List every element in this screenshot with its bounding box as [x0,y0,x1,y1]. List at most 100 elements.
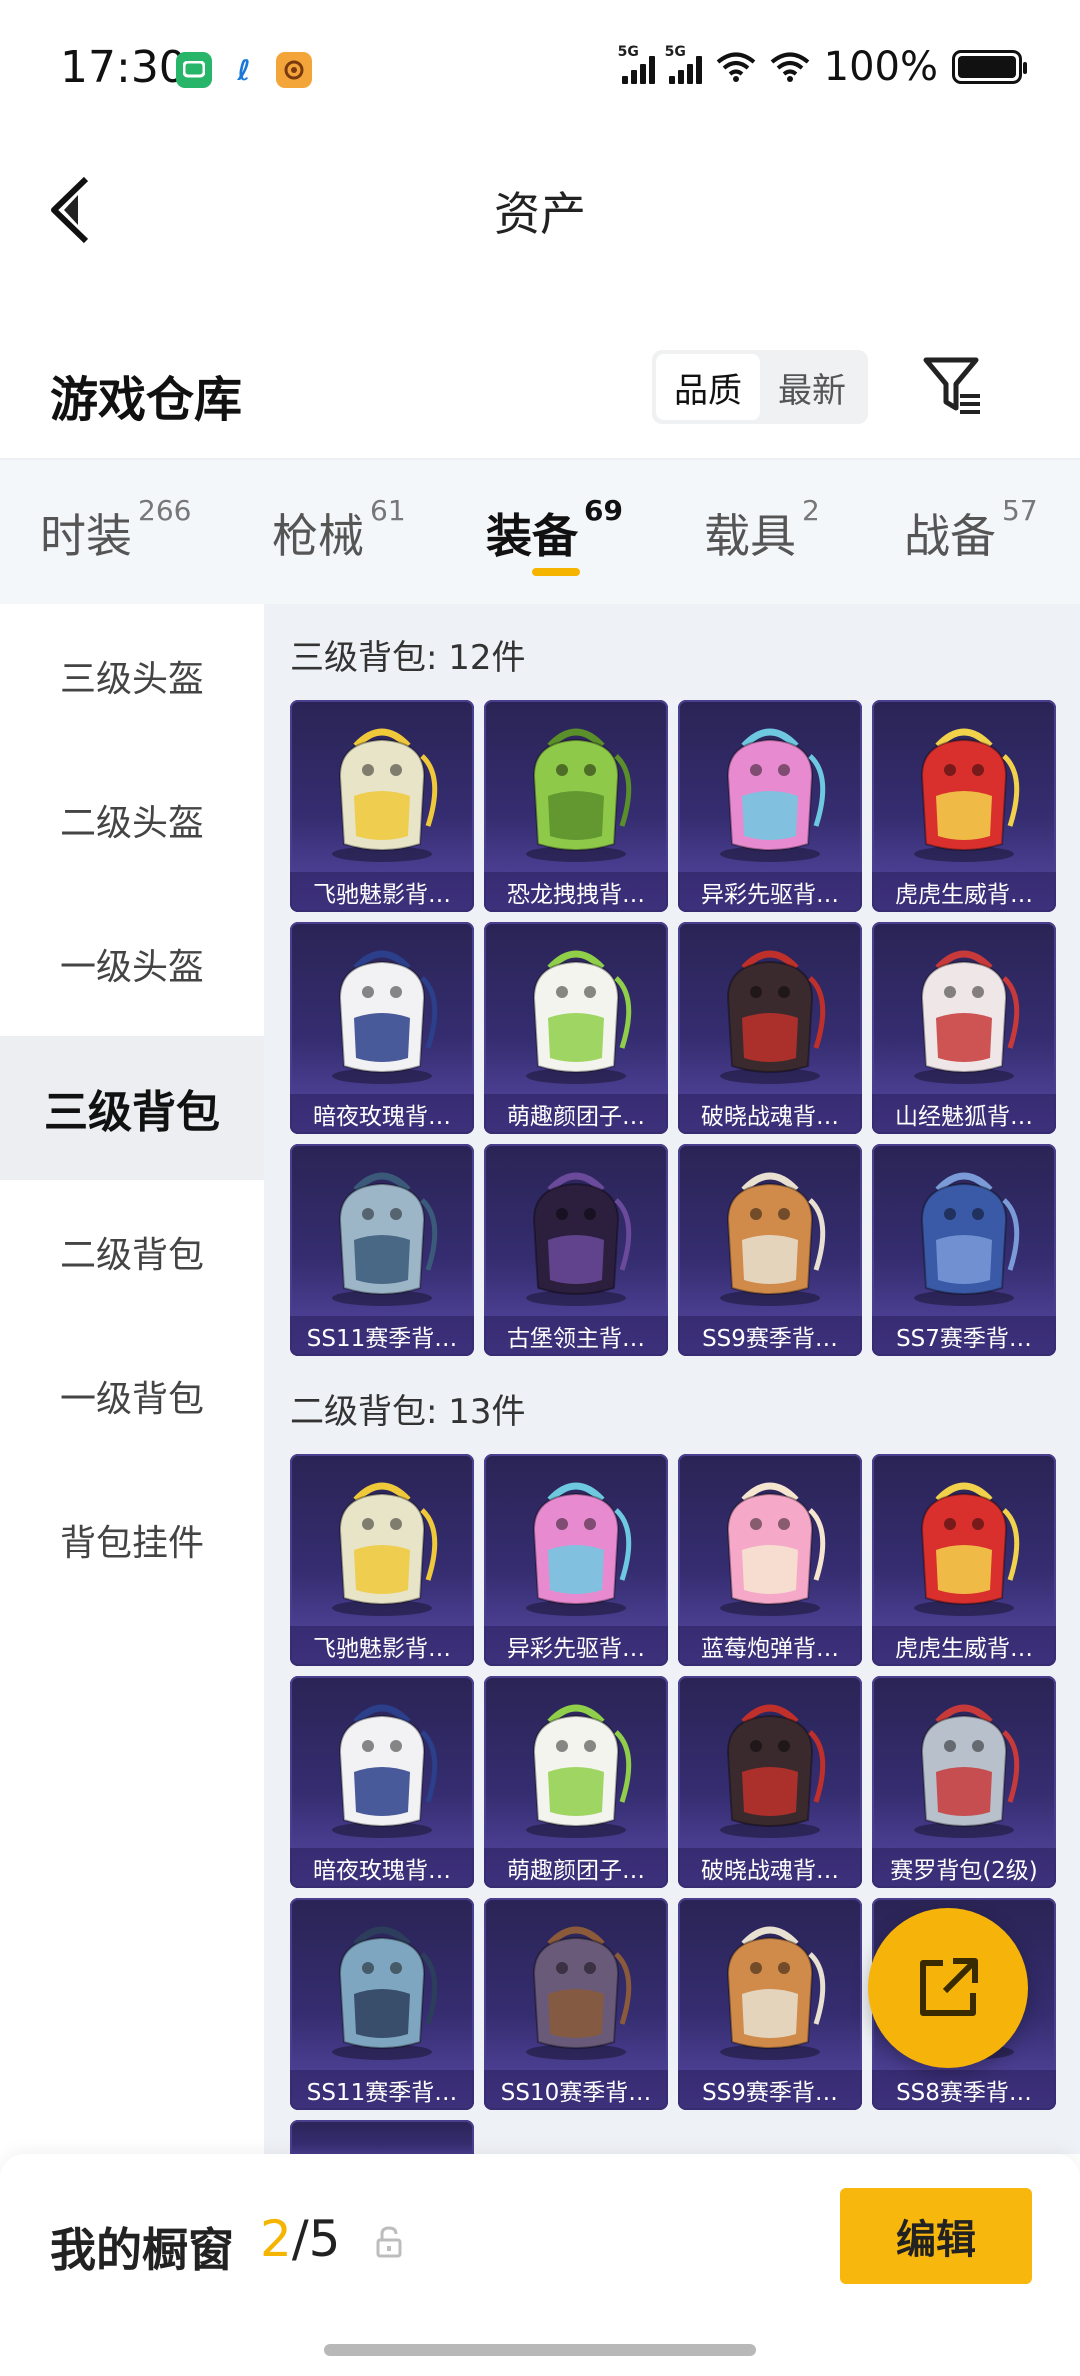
filter-icon [923,357,980,414]
item-name: 萌趣颜团子… [484,1848,668,1888]
tab-equipment[interactable]: 装备 69 [486,494,623,566]
active-tab-indicator [532,568,580,576]
backpack-image [304,1160,460,1310]
item-card[interactable]: SS9赛季背… [678,1898,862,2110]
game-app-icon [276,52,312,88]
item-name: SS9赛季背… [678,1316,862,1356]
item-card[interactable]: 异彩先驱背… [678,700,862,912]
item-name: 飞驰魅影背… [290,1626,474,1666]
status-app-icons: ℓ [176,52,312,88]
item-card[interactable]: 异彩先驱背… [484,1454,668,1666]
item-name: 异彩先驱背… [484,1626,668,1666]
item-card[interactable]: 飞驰魅影背… [290,700,474,912]
status-bar: 17:30 ℓ 5G 5G 100% [0,0,1080,140]
item-card[interactable]: SS11赛季背… [290,1898,474,2110]
chat-app-icon [176,52,212,88]
category-tabs: 时装 266 枪械 61 装备 69 载具 2 战备 57 [0,458,1080,604]
item-name: 古堡领主背… [484,1316,668,1356]
item-card[interactable]: 飞驰魅影背… [290,1454,474,1666]
backpack-image [304,1692,460,1842]
backpack-image [886,1692,1042,1842]
sidebar-item-helmet-3[interactable]: 三级头盔 [0,604,264,748]
item-card[interactable]: 虎虎生威背… [872,1454,1056,1666]
item-card[interactable]: SS9赛季背… [678,1144,862,1356]
backpack-image [886,1160,1042,1310]
item-name: SS7赛季背… [872,1316,1056,1356]
item-card[interactable]: 萌趣颜团子… [484,1676,668,1888]
item-card[interactable]: 破晓战魂背… [678,922,862,1134]
sort-option-quality[interactable]: 品质 [656,354,760,420]
sidebar-item-backpack-2[interactable]: 二级背包 [0,1180,264,1324]
sort-toggle: 品质 最新 [652,350,868,424]
item-card[interactable]: SS10赛季背… [484,1898,668,2110]
item-name: 暗夜玫瑰背… [290,1094,474,1134]
share-external-icon [920,1958,978,2016]
item-card[interactable]: 蓝莓炮弹背… [678,1454,862,1666]
item-name: SS9赛季背… [678,2070,862,2110]
share-button[interactable] [868,1908,1028,2068]
item-card[interactable]: SS7赛季背… [872,1144,1056,1356]
battery-percent: 100% [823,44,938,90]
backpack-image [304,1914,460,2064]
item-name: 山经魅狐背… [872,1094,1056,1134]
item-name: 异彩先驱背… [678,872,862,912]
item-card[interactable]: 暗夜玫瑰背… [290,1676,474,1888]
item-card[interactable]: 暗夜玫瑰背… [290,922,474,1134]
sidebar-item-backpack-1[interactable]: 一级背包 [0,1324,264,1468]
showcase-bar: 我的橱窗 2/5 编辑 [0,2154,1080,2376]
backpack-image [886,1470,1042,1620]
wifi-icon-1 [716,52,755,82]
backpack-image [692,1914,848,2064]
warehouse-title: 游戏仓库 [50,372,243,428]
tab-supplies[interactable]: 战备 57 [904,494,1038,566]
item-card[interactable]: 恐龙拽拽背… [484,700,668,912]
filter-button[interactable] [920,352,990,422]
item-name: SS11赛季背… [290,2070,474,2110]
item-card[interactable]: 古堡领主背… [484,1144,668,1356]
sidebar-item-helmet-2[interactable]: 二级头盔 [0,748,264,892]
item-name: 破晓战魂背… [678,1094,862,1134]
sidebar-item-helmet-1[interactable]: 一级头盔 [0,892,264,1036]
sort-option-newest[interactable]: 最新 [760,354,864,420]
backpack-image [886,716,1042,866]
item-card[interactable]: 萌趣颜团子… [484,922,668,1134]
tab-vehicles[interactable]: 载具 2 [704,494,820,566]
showcase-label: 我的橱窗 [50,2223,234,2277]
item-name: 萌趣颜团子… [484,1094,668,1134]
item-name: SS10赛季背… [484,2070,668,2110]
backpack-image [886,938,1042,1088]
item-name: SS11赛季背… [290,1316,474,1356]
item-name: SS8赛季背… [872,2070,1056,2110]
backpack-image [304,1470,460,1620]
sidebar-item-backpack-3[interactable]: 三级背包 [0,1036,264,1180]
item-name: 赛罗背包(2级) [872,1848,1056,1888]
signal-icon-2: 5G [665,44,702,84]
backpack-image [498,716,654,866]
backpack-image [692,1160,848,1310]
backpack-image [692,938,848,1088]
page-title: 资产 [494,187,586,241]
item-card[interactable]: 虎虎生威背… [872,700,1056,912]
tab-weapons[interactable]: 枪械 61 [272,494,406,566]
home-indicator[interactable] [324,2344,756,2356]
edit-button[interactable]: 编辑 [840,2188,1032,2284]
tab-fashion[interactable]: 时装 266 [40,494,191,566]
backpack-image [692,1470,848,1620]
backpack-image [498,1914,654,2064]
subcategory-sidebar: 三级头盔 二级头盔 一级头盔 三级背包 二级背包 一级背包 背包挂件 [0,604,264,2154]
title-bar: 资产 [0,140,1080,270]
item-card[interactable]: 破晓战魂背… [678,1676,862,1888]
sidebar-item-backpack-charm[interactable]: 背包挂件 [0,1468,264,1612]
backpack-image [498,938,654,1088]
item-name: 暗夜玫瑰背… [290,1848,474,1888]
backpack-image [498,1692,654,1842]
item-card[interactable]: SS11赛季背… [290,1144,474,1356]
backpack-image [498,1470,654,1620]
item-name: 蓝莓炮弹背… [678,1626,862,1666]
signal-icon-1: 5G [618,44,655,84]
item-card[interactable]: 山经魅狐背… [872,922,1056,1134]
backpack-image [692,716,848,866]
item-card-partial[interactable] [290,2120,474,2154]
item-card[interactable]: 赛罗背包(2级) [872,1676,1056,1888]
showcase-count: 2/5 [260,2210,341,2268]
